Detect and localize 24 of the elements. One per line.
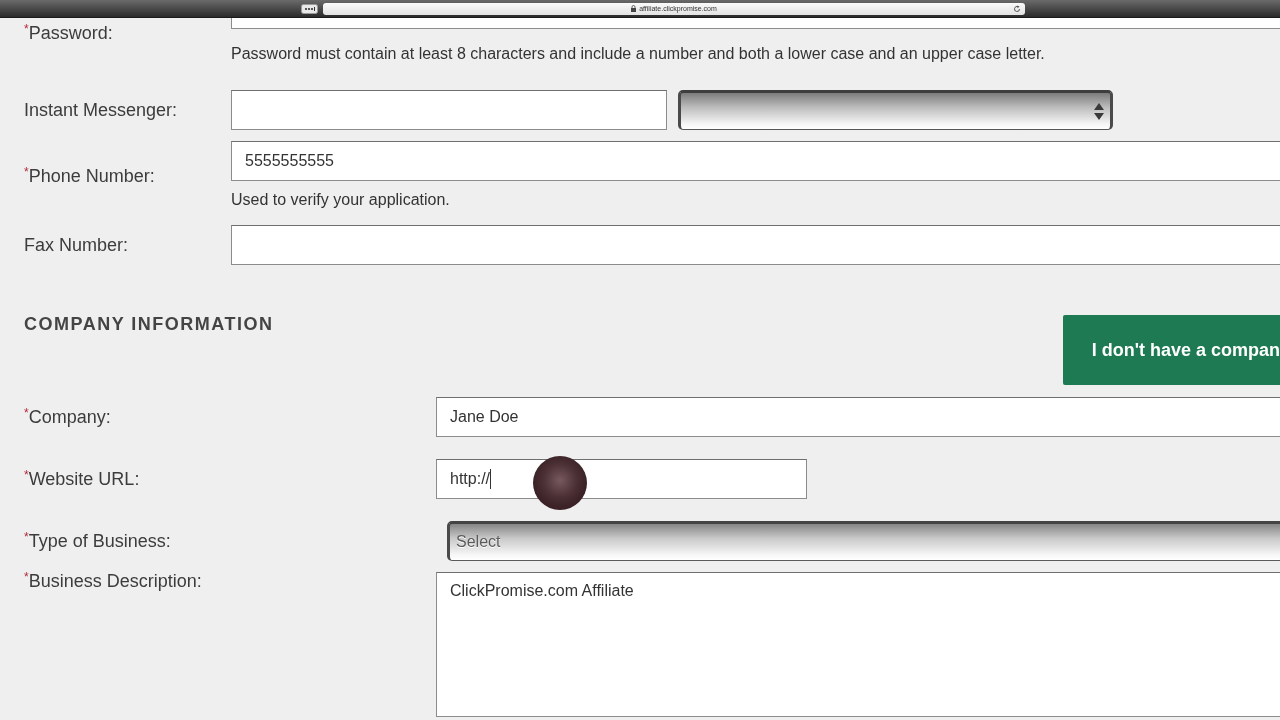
field-label: $^{*}$Phone Number: [24, 164, 156, 187]
field-label: $^{*}$Type of Business: [24, 530, 172, 552]
section-heading: COMPANY INFORMATION [24, 315, 274, 333]
field-label: Instant Messenger: [24, 99, 179, 121]
password-field[interactable] [231, 18, 1280, 29]
lock-icon [631, 5, 637, 12]
input-field[interactable]: Jane Doe [436, 397, 1280, 437]
up-down-arrows-icon [1094, 102, 1104, 120]
input-field[interactable] [231, 225, 1280, 265]
input-field[interactable]: 5555555555 [231, 141, 1280, 181]
hint-text: Password must contain at least 8 characters and include a number and both a lower case and an upper case letter. [231, 44, 1046, 64]
dropdown-select[interactable] [678, 90, 1113, 130]
textarea-field[interactable]: ClickPromise.com Affiliate [436, 572, 1280, 717]
ellipsis-icon[interactable] [301, 3, 318, 14]
field-label: Fax Number: [24, 234, 130, 256]
reload-icon[interactable] [1013, 4, 1021, 13]
field-label: $^{*}$Password: [24, 21, 114, 44]
field-label: $^{*}$Company: [24, 406, 112, 428]
input-field[interactable] [231, 90, 667, 130]
field-label: $^{*}$Website URL: [24, 468, 141, 490]
no-company-button[interactable]: I don't have a compan [1062, 315, 1280, 385]
dropdown-select[interactable]: Select [447, 521, 1280, 561]
field-label: $^{*}$Business Description: [24, 570, 203, 592]
hint-text: Used to verify your application. [231, 190, 451, 210]
